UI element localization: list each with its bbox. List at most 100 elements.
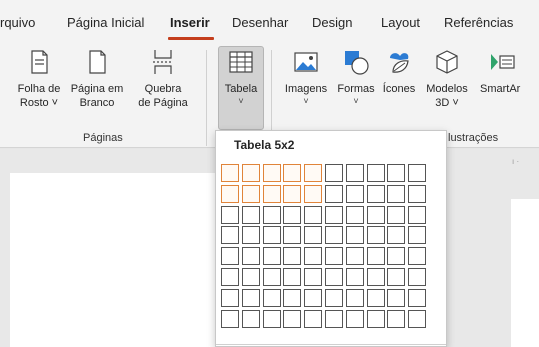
table-grid-cell[interactable]: [367, 310, 385, 328]
table-grid-cell[interactable]: [263, 310, 281, 328]
table-grid-cell[interactable]: [263, 226, 281, 244]
table-grid-cell[interactable]: [408, 185, 426, 203]
table-grid-cell[interactable]: [408, 164, 426, 182]
table-grid-cell[interactable]: [283, 164, 301, 182]
table-grid-cell[interactable]: [221, 164, 239, 182]
tab-inserir[interactable]: Inserir: [170, 14, 210, 32]
table-grid-cell[interactable]: [387, 247, 405, 265]
table-grid-cell[interactable]: [408, 268, 426, 286]
table-grid-cell[interactable]: [387, 268, 405, 286]
table-grid-cell[interactable]: [387, 164, 405, 182]
table-grid-cell[interactable]: [325, 226, 343, 244]
table-grid-cell[interactable]: [263, 247, 281, 265]
table-grid-cell[interactable]: [325, 310, 343, 328]
tab-design[interactable]: Design: [312, 14, 352, 32]
table-grid-cell[interactable]: [367, 226, 385, 244]
table-grid-cell[interactable]: [325, 268, 343, 286]
table-grid-cell[interactable]: [408, 289, 426, 307]
table-grid-cell[interactable]: [346, 268, 364, 286]
table-grid-cell[interactable]: [283, 206, 301, 224]
table-grid-cell[interactable]: [325, 185, 343, 203]
table-grid-cell[interactable]: [408, 247, 426, 265]
blank-page-button[interactable]: Página em Branco: [67, 48, 127, 110]
table-grid-cell[interactable]: [221, 206, 239, 224]
table-grid-cell[interactable]: [325, 206, 343, 224]
tab-desenhar[interactable]: Desenhar: [232, 14, 288, 32]
table-grid-cell[interactable]: [387, 310, 405, 328]
table-grid-cell[interactable]: [263, 289, 281, 307]
table-grid-cell[interactable]: [221, 226, 239, 244]
table-grid-cell[interactable]: [346, 310, 364, 328]
table-grid-cell[interactable]: [346, 164, 364, 182]
table-grid-cell[interactable]: [346, 185, 364, 203]
tab-pagina-inicial[interactable]: Página Inicial: [67, 14, 144, 32]
table-grid-cell[interactable]: [304, 247, 322, 265]
table-grid-cell[interactable]: [221, 268, 239, 286]
table-grid-cell[interactable]: [242, 206, 260, 224]
table-grid-cell[interactable]: [242, 247, 260, 265]
document-page-edge[interactable]: [511, 199, 539, 347]
tab-arquivo[interactable]: rquivo: [0, 14, 35, 32]
table-grid-cell[interactable]: [242, 268, 260, 286]
table-grid-cell[interactable]: [304, 206, 322, 224]
table-grid-cell[interactable]: [283, 289, 301, 307]
table-grid-cell[interactable]: [408, 206, 426, 224]
table-grid-cell[interactable]: [242, 164, 260, 182]
table-grid-cell[interactable]: [367, 289, 385, 307]
table-grid-cell[interactable]: [242, 310, 260, 328]
table-grid-cell[interactable]: [367, 247, 385, 265]
table-grid-cell[interactable]: [221, 247, 239, 265]
table-button[interactable]: Tabela ˅: [218, 48, 264, 106]
table-grid-cell[interactable]: [304, 289, 322, 307]
cover-page-button[interactable]: Folha de Rosto ˅: [16, 48, 62, 110]
table-grid-cell[interactable]: [387, 226, 405, 244]
table-grid-cell[interactable]: [221, 185, 239, 203]
3d-models-button[interactable]: Modelos 3D ˅: [425, 48, 469, 110]
table-grid-cell[interactable]: [263, 206, 281, 224]
table-grid-cell[interactable]: [325, 247, 343, 265]
tab-referencias[interactable]: Referências: [444, 14, 513, 32]
table-grid-cell[interactable]: [263, 268, 281, 286]
table-grid-cell[interactable]: [221, 289, 239, 307]
table-grid-cell[interactable]: [387, 289, 405, 307]
table-grid-cell[interactable]: [408, 226, 426, 244]
table-grid-cell[interactable]: [304, 226, 322, 244]
page-break-button[interactable]: Quebra de Página: [134, 48, 192, 110]
table-grid-cell[interactable]: [325, 164, 343, 182]
table-grid-cell[interactable]: [346, 206, 364, 224]
table-grid-cell[interactable]: [242, 185, 260, 203]
table-grid-cell[interactable]: [367, 185, 385, 203]
table-grid-cell[interactable]: [304, 310, 322, 328]
document-page[interactable]: [10, 173, 220, 347]
table-grid-cell[interactable]: [387, 185, 405, 203]
images-button[interactable]: Imagens ˅: [281, 48, 331, 106]
table-grid-cell[interactable]: [325, 289, 343, 307]
table-grid-cell[interactable]: [283, 247, 301, 265]
shapes-icon: [345, 51, 369, 75]
table-grid-cell[interactable]: [408, 310, 426, 328]
table-grid-cell[interactable]: [387, 206, 405, 224]
table-grid-cell[interactable]: [367, 268, 385, 286]
table-grid-cell[interactable]: [242, 289, 260, 307]
table-grid-cell[interactable]: [283, 185, 301, 203]
table-grid-cell[interactable]: [346, 247, 364, 265]
smartart-button[interactable]: SmartAr: [474, 48, 539, 96]
table-grid-cell[interactable]: [263, 164, 281, 182]
table-grid-cell[interactable]: [221, 310, 239, 328]
table-grid-cell[interactable]: [263, 185, 281, 203]
table-grid-cell[interactable]: [367, 164, 385, 182]
table-grid-cell[interactable]: [304, 164, 322, 182]
table-grid-cell[interactable]: [346, 289, 364, 307]
table-grid-cell[interactable]: [242, 226, 260, 244]
table-grid-cell[interactable]: [283, 310, 301, 328]
shapes-button[interactable]: Formas ˅: [335, 48, 377, 106]
table-grid-cell[interactable]: [304, 268, 322, 286]
table-grid-cell[interactable]: [304, 185, 322, 203]
icons-button[interactable]: Ícones: [379, 48, 419, 96]
tab-layout[interactable]: Layout: [381, 14, 420, 32]
table-grid-cell[interactable]: [283, 226, 301, 244]
table-grid-cell[interactable]: [346, 226, 364, 244]
table-grid-cell[interactable]: [367, 206, 385, 224]
table-grid-cell[interactable]: [283, 268, 301, 286]
3d-models-label-1: Modelos: [426, 83, 468, 95]
